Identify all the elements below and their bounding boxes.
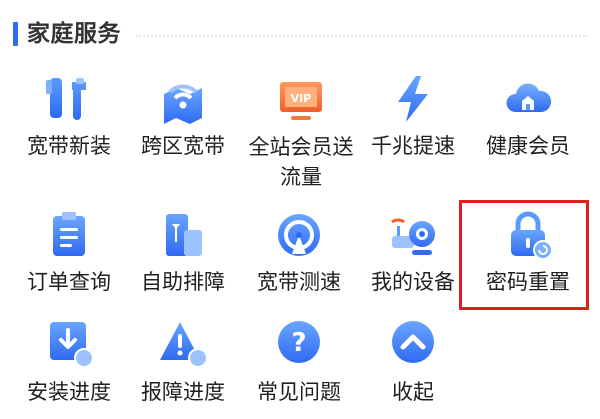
- service-label: 报障进度: [141, 380, 225, 404]
- install-progress-icon: [50, 322, 94, 368]
- wifi-map-icon: [164, 84, 202, 124]
- service-speed-test[interactable]: 宽带测速: [243, 208, 355, 297]
- chevron-up-icon: [392, 321, 434, 363]
- clipboard-icon: [53, 212, 85, 256]
- fault-warning-icon: [160, 322, 208, 368]
- service-install-progress[interactable]: 安装进度: [13, 318, 125, 407]
- service-label: 收起: [392, 380, 434, 404]
- repair-phone-icon: [166, 214, 202, 256]
- service-label: 自助排障: [141, 270, 225, 294]
- router-camera-icon: [391, 218, 435, 255]
- service-password-reset[interactable]: 密码重置: [472, 208, 584, 297]
- service-faq[interactable]: ? 常见问题: [243, 318, 355, 407]
- service-label: 我的设备: [371, 270, 455, 294]
- speedometer-icon: [278, 214, 320, 256]
- collapse-button[interactable]: 收起: [357, 318, 469, 407]
- svg-text:VIP: VIP: [291, 92, 312, 105]
- service-order-query[interactable]: 订单查询: [13, 208, 125, 297]
- service-label: 安装进度: [27, 380, 111, 404]
- vip-tv-icon: VIP: [280, 82, 322, 120]
- section-divider: [136, 35, 588, 37]
- lock-reset-icon: [511, 211, 553, 260]
- cloud-home-icon: [506, 83, 552, 112]
- service-label: 宽带新装: [27, 134, 111, 158]
- svg-text:?: ?: [291, 328, 306, 358]
- service-broadband-install[interactable]: 宽带新装: [13, 72, 125, 161]
- service-label: 健康会员: [486, 134, 570, 158]
- question-icon: ?: [278, 321, 320, 363]
- service-label: 千兆提速: [371, 134, 455, 158]
- section-title: 家庭服务: [27, 21, 121, 47]
- service-label: 跨区宽带: [141, 134, 225, 158]
- service-label: 密码重置: [486, 270, 570, 294]
- tools-icon: [46, 78, 86, 120]
- service-gigabit-speedup[interactable]: 千兆提速: [357, 72, 469, 161]
- service-cross-region-broadband[interactable]: 跨区宽带: [127, 72, 239, 161]
- service-fault-progress[interactable]: 报障进度: [127, 318, 239, 407]
- service-my-devices[interactable]: 我的设备: [357, 208, 469, 297]
- service-label: 常见问题: [257, 380, 341, 404]
- service-vip-traffic[interactable]: VIP 全站会员送 流量: [243, 72, 359, 192]
- service-health-member[interactable]: 健康会员: [472, 72, 584, 161]
- section-header: 家庭服务: [13, 18, 588, 48]
- lightning-icon: [398, 76, 428, 122]
- service-label: 全站会员送 流量: [248, 135, 354, 189]
- section-accent-bar: [13, 22, 18, 46]
- service-label: 订单查询: [27, 270, 111, 294]
- service-self-troubleshoot[interactable]: 自助排障: [127, 208, 239, 297]
- service-label: 宽带测速: [257, 270, 341, 294]
